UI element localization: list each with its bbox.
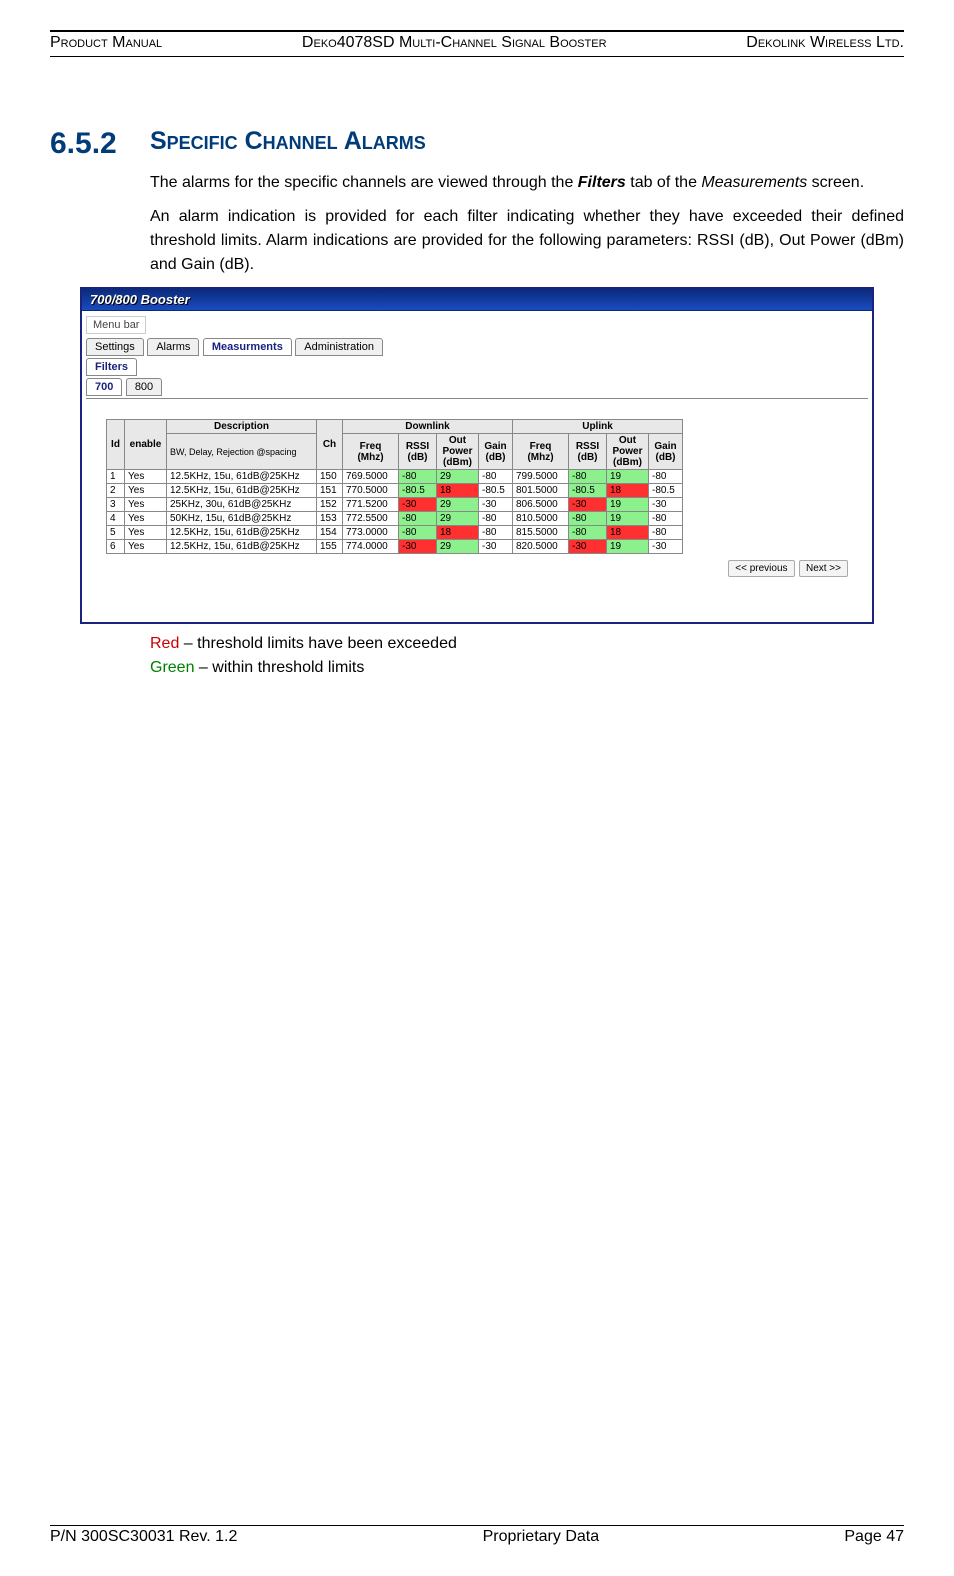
legend-red-label: Red [150, 635, 179, 652]
next-button[interactable]: Next >> [799, 560, 848, 577]
footer-center: Proprietary Data [483, 1528, 600, 1546]
tab-alarms[interactable]: Alarms [147, 338, 199, 356]
col-dl-out: Out Power (dBm) [437, 434, 479, 470]
subtab-800[interactable]: 800 [126, 378, 162, 396]
paragraph-2: An alarm indication is provided for each… [150, 205, 904, 277]
section-title: Specific Channel Alarms [150, 127, 426, 161]
col-dl-gain: Gain (dB) [479, 434, 513, 470]
legend-red-text: – threshold limits have been exceeded [179, 635, 457, 652]
col-ul-freq: Freq (Mhz) [513, 434, 569, 470]
paragraph-1: The alarms for the specific channels are… [150, 171, 904, 195]
header-center: Deko4078SD Multi-Channel Signal Booster [302, 34, 607, 52]
footer-left: P/N 300SC30031 Rev. 1.2 [50, 1528, 237, 1546]
page-footer: P/N 300SC30031 Rev. 1.2 Proprietary Data… [50, 1528, 904, 1546]
subtab-filters[interactable]: Filters [86, 358, 137, 376]
footer-right: Page 47 [844, 1528, 904, 1546]
window-title-bar: 700/800 Booster [82, 289, 872, 311]
table-row: 3Yes25KHz, 30u, 61dB@25KHz152771.5200-30… [107, 498, 683, 512]
section-number: 6.5.2 [50, 127, 150, 161]
page-header: Product Manual Deko4078SD Multi-Channel … [50, 34, 904, 57]
col-enable: enable [125, 420, 167, 470]
col-downlink: Downlink [343, 420, 513, 434]
col-description: Description [167, 420, 317, 434]
menu-bar-label: Menu bar [86, 316, 146, 334]
tab-administration[interactable]: Administration [295, 338, 383, 356]
col-id: Id [107, 420, 125, 470]
col-ul-rssi: RSSI (dB) [569, 434, 607, 470]
col-ch: Ch [317, 420, 343, 470]
subtab-700[interactable]: 700 [86, 378, 122, 396]
header-right: Dekolink Wireless Ltd. [746, 34, 904, 52]
legend-green-label: Green [150, 659, 194, 676]
legend-green-text: – within threshold limits [194, 659, 364, 676]
table-row: 2Yes12.5KHz, 15u, 61dB@25KHz151770.5000-… [107, 484, 683, 498]
legend: Red – threshold limits have been exceede… [150, 632, 904, 680]
col-uplink: Uplink [513, 420, 683, 434]
screenshot: 700/800 Booster Menu bar Settings Alarms… [80, 287, 874, 624]
prev-button[interactable]: << previous [728, 560, 794, 577]
tab-settings[interactable]: Settings [86, 338, 144, 356]
table-row: 6Yes12.5KHz, 15u, 61dB@25KHz155774.0000-… [107, 540, 683, 554]
tab-measurements[interactable]: Measurments [203, 338, 292, 356]
col-ul-out: Out Power (dBm) [607, 434, 649, 470]
table-row: 4Yes50KHz, 15u, 61dB@25KHz153772.5500-80… [107, 512, 683, 526]
header-left: Product Manual [50, 34, 162, 52]
col-dl-rssi: RSSI (dB) [399, 434, 437, 470]
col-desc-sub: BW, Delay, Rejection @spacing [167, 434, 317, 470]
filters-table: Id enable Description Ch Downlink Uplink… [106, 419, 683, 554]
col-dl-freq: Freq (Mhz) [343, 434, 399, 470]
table-row: 1Yes12.5KHz, 15u, 61dB@25KHz150769.5000-… [107, 470, 683, 484]
table-row: 5Yes12.5KHz, 15u, 61dB@25KHz154773.0000-… [107, 526, 683, 540]
col-ul-gain: Gain (dB) [649, 434, 683, 470]
